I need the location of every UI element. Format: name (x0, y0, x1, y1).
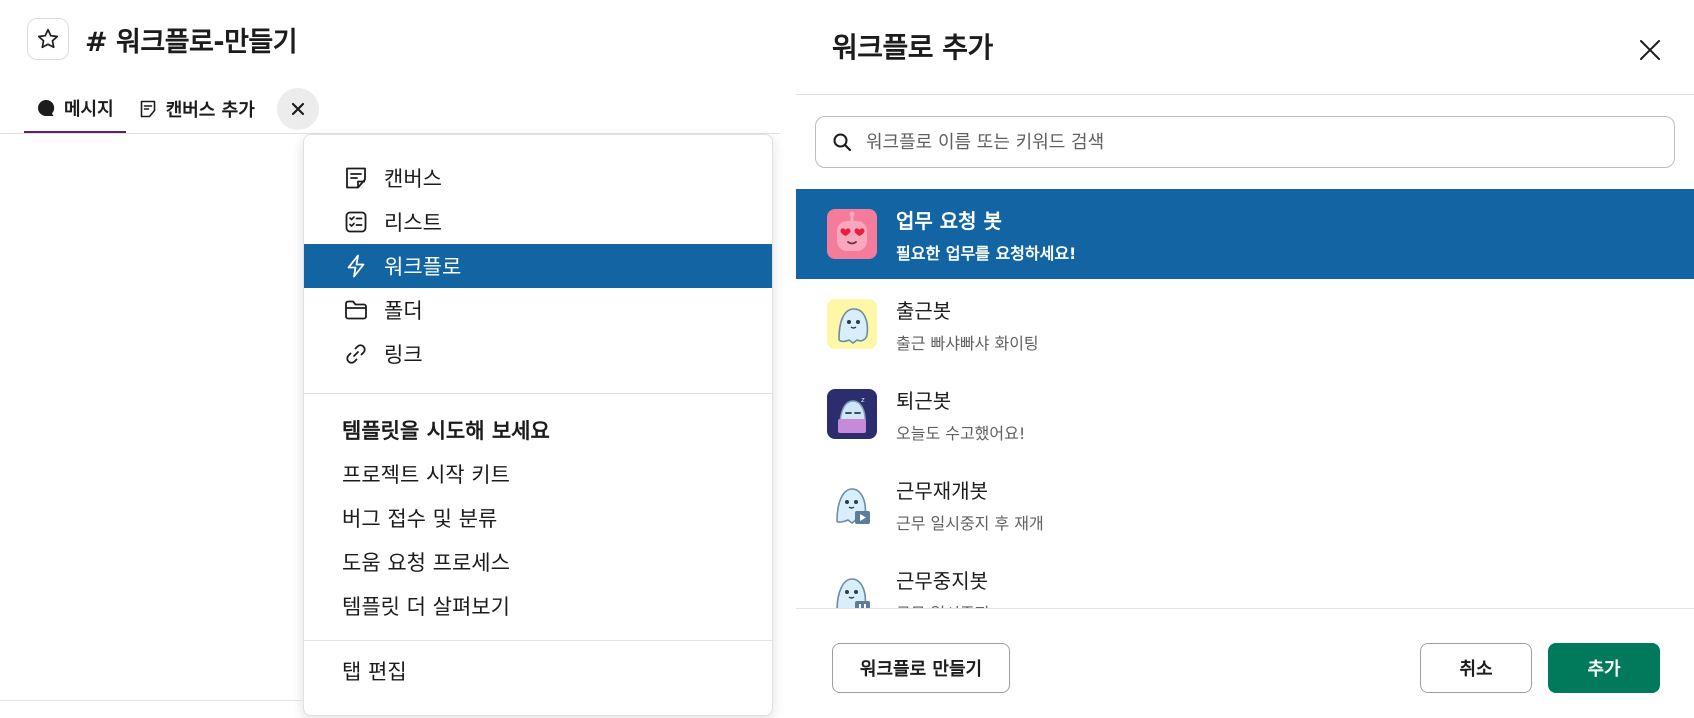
workflow-name: 근무재개봇 (896, 478, 988, 503)
add-button[interactable]: 추가 (1548, 643, 1660, 693)
tab-label: 메시지 (64, 98, 114, 120)
robot-love-avatar-icon (827, 209, 877, 259)
workflow-description: 근무 일시중지 후 재개 (896, 513, 1044, 533)
add-workflow-modal: 워크플로 추가 업무 요청 봇 필요한 업무를 요청하세요! (796, 0, 1694, 718)
template-item-project-kit[interactable]: 프로젝트 시작 키트 (304, 452, 772, 496)
cancel-button[interactable]: 취소 (1420, 643, 1532, 693)
star-icon (36, 27, 60, 51)
channel-header: # 워크플로-만들기 (27, 18, 298, 60)
menu-item-label: 캔버스 (384, 167, 442, 191)
divider (304, 640, 772, 641)
workflow-description: 출근 빠샤빠샤 화이팅 (896, 333, 1039, 353)
workflow-description: 오늘도 수고했어요! (896, 423, 1026, 443)
menu-item-folder[interactable]: 폴더 (304, 288, 772, 332)
close-tab-menu-button[interactable] (276, 88, 319, 130)
edit-tabs-item[interactable]: 탭 편집 (304, 649, 772, 693)
search-icon (832, 132, 852, 152)
divider (796, 608, 1694, 609)
star-button[interactable] (27, 18, 69, 60)
folder-icon (342, 296, 370, 324)
resume-mascot-avatar-icon (827, 479, 877, 529)
workflow-name: 출근봇 (896, 298, 952, 323)
pause-mascot-avatar-icon (827, 569, 877, 609)
message-bubble-icon (36, 98, 56, 118)
workflow-item-clock-in-bot[interactable]: 출근봇 출근 빠샤빠샤 화이팅 (796, 279, 1694, 369)
svg-text:z: z (861, 396, 865, 404)
template-item-bug-intake[interactable]: 버그 접수 및 분류 (304, 496, 772, 540)
workflow-search-input[interactable] (866, 131, 1626, 153)
workflow-name: 퇴근봇 (896, 388, 952, 413)
divider (0, 700, 303, 701)
modal-title: 워크플로 추가 (832, 31, 993, 64)
channel-tabs: 메시지 캔버스 추가 (24, 84, 319, 134)
channel-title: # 워크플로-만들기 (85, 26, 298, 58)
workflow-name: 업무 요청 봇 (896, 208, 1002, 233)
menu-item-list[interactable]: 리스트 (304, 200, 772, 244)
workflow-list[interactable]: 업무 요청 봇 필요한 업무를 요청하세요! 출근봇 출근 빠샤빠샤 화이팅 z… (796, 189, 1694, 609)
menu-item-label: 폴더 (384, 299, 423, 323)
close-icon (290, 101, 306, 117)
workflow-name: 근무중지봇 (896, 568, 988, 593)
workflow-item-clock-out-bot[interactable]: z 퇴근봇 오늘도 수고했어요! (796, 369, 1694, 459)
add-tab-menu: 캔버스 리스트 워크플로 폴더 링크 템플릿을 시도해 보세요 프로젝트 시작 … (303, 134, 773, 716)
channel-pane: # 워크플로-만들기 메시지 캔버스 추가 캔버스 리스트 워크플로 폴더 링크… (0, 0, 780, 718)
menu-item-link[interactable]: 링크 (304, 332, 772, 376)
workflow-item-task-request-bot[interactable]: 업무 요청 봇 필요한 업무를 요청하세요! (796, 189, 1694, 279)
divider (304, 393, 772, 394)
tab-label: 캔버스 추가 (165, 100, 255, 121)
menu-item-label: 워크플로 (384, 255, 462, 279)
templates-heading: 템플릿을 시도해 보세요 (342, 419, 550, 443)
ghost-mascot-avatar-icon (827, 299, 877, 349)
menu-item-label: 링크 (384, 343, 423, 367)
menu-item-canvas[interactable]: 캔버스 (304, 156, 772, 200)
menu-item-label: 리스트 (384, 211, 442, 235)
tab-messages[interactable]: 메시지 (24, 84, 126, 134)
canvas-icon (138, 99, 158, 119)
menu-item-workflow[interactable]: 워크플로 (304, 244, 772, 288)
template-item-browse-more[interactable]: 템플릿 더 살펴보기 (304, 584, 772, 628)
create-workflow-button[interactable]: 워크플로 만들기 (832, 643, 1010, 693)
close-icon (1639, 39, 1661, 61)
workflow-item-pause-work-bot[interactable]: 근무중지봇 근무 일시중지 (796, 549, 1694, 609)
sleepy-mascot-avatar-icon: z (827, 389, 877, 439)
modal-close-button[interactable] (1630, 30, 1670, 70)
canvas-icon (342, 164, 370, 192)
link-icon (342, 340, 370, 368)
lightning-icon (342, 252, 370, 280)
list-icon (342, 208, 370, 236)
divider (796, 94, 1694, 95)
workflow-search-box (815, 116, 1675, 168)
template-item-help-request[interactable]: 도움 요청 프로세스 (304, 540, 772, 584)
workflow-item-resume-work-bot[interactable]: 근무재개봇 근무 일시중지 후 재개 (796, 459, 1694, 549)
workflow-description: 필요한 업무를 요청하세요! (896, 243, 1077, 263)
tab-add-canvas[interactable]: 캔버스 추가 (126, 84, 267, 134)
